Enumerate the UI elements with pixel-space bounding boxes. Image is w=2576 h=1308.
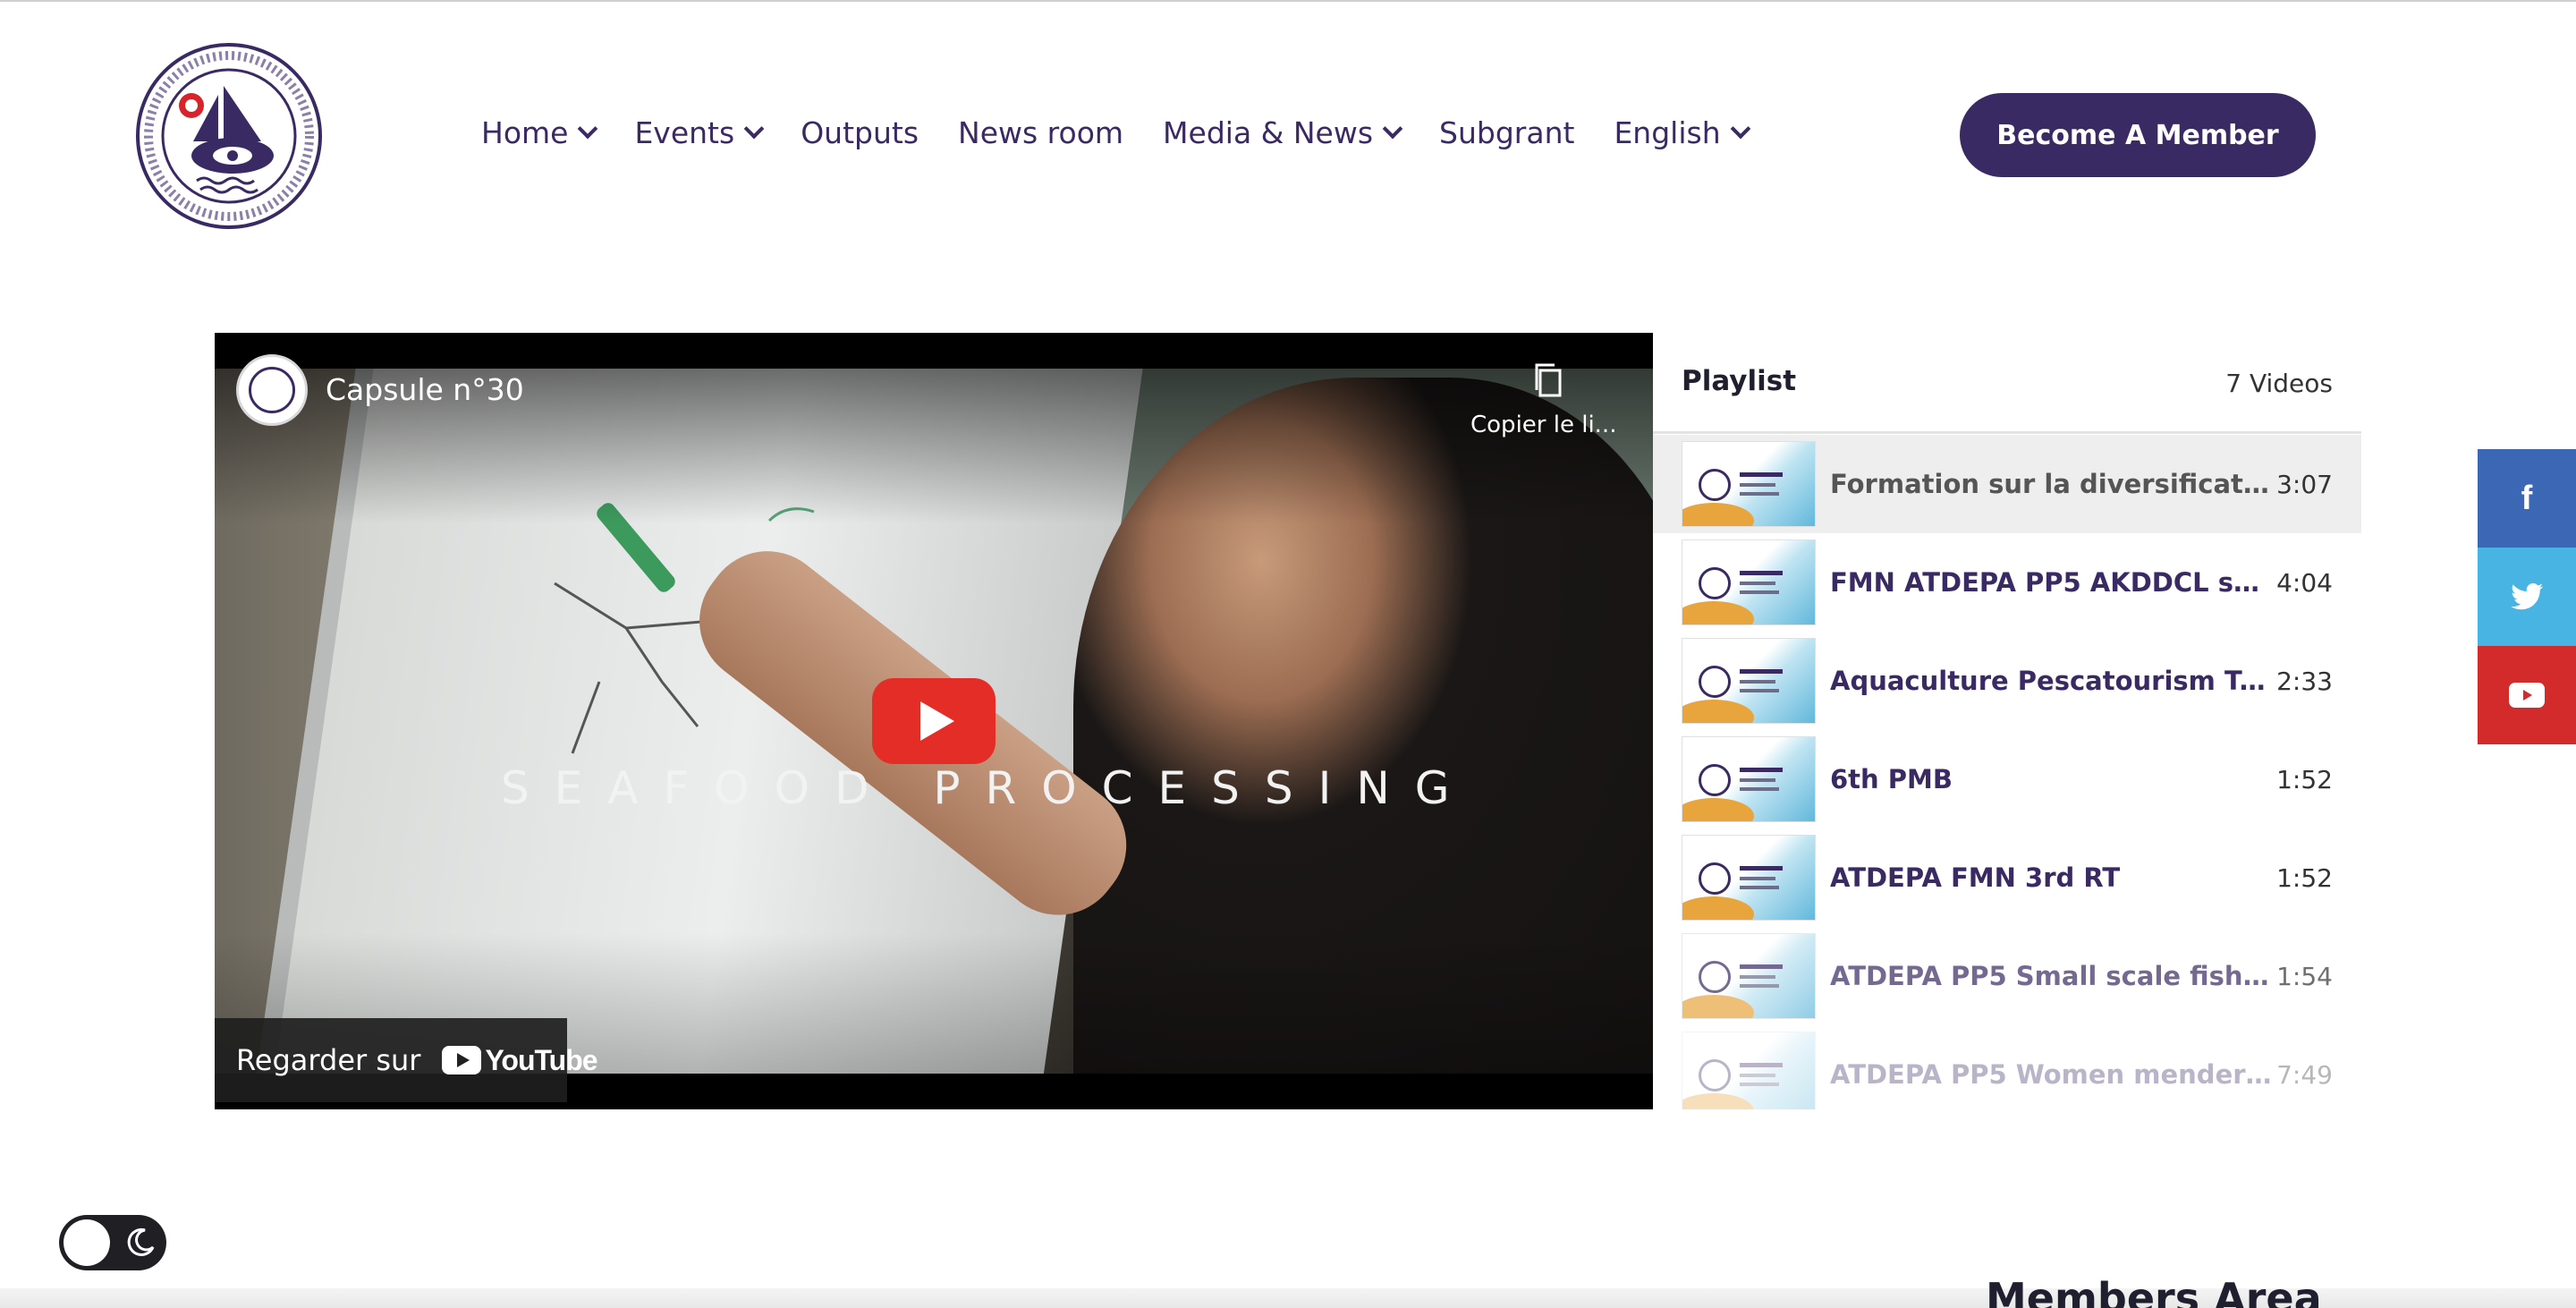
playlist-item[interactable]: Aquaculture Pescatourism Tunisia 2:33 — [1653, 632, 2361, 730]
channel-logo-icon — [249, 367, 295, 413]
playlist-item-duration: 2:33 — [2276, 666, 2333, 696]
nav-language-label: English — [1614, 115, 1721, 150]
playlist-item-title: ATDEPA PP5 Women mender's of ... — [1830, 1059, 2277, 1090]
nav-subgrant[interactable]: Subgrant — [1439, 115, 1574, 150]
playlist-item[interactable]: ATDEPA PP5 Women mender's of ... 7:49 — [1653, 1025, 2361, 1109]
playlist-panel: Playlist 7 Videos Formation sur la diver… — [1653, 333, 2361, 1109]
nav-home[interactable]: Home — [481, 115, 598, 150]
video-overlay-text: SEAFOOD PROCESSING — [501, 762, 1475, 814]
playlist-item[interactable]: ATDEPA PP5 Small scale fisheries ... 1:5… — [1653, 927, 2361, 1025]
play-button[interactable] — [872, 678, 996, 764]
nav-media-news-label: Media & News — [1163, 115, 1374, 150]
nav-language[interactable]: English — [1614, 115, 1750, 150]
video-title[interactable]: Capsule n°30 — [326, 372, 524, 407]
copy-link-icon[interactable] — [1528, 360, 1569, 401]
playlist-divider — [1653, 431, 2361, 434]
moon-icon — [127, 1227, 155, 1256]
playlist-item-duration: 7:49 — [2276, 1059, 2333, 1090]
nav-news-room-label: News room — [958, 115, 1124, 150]
playlist-item[interactable]: FMN ATDEPA PP5 AKDDCL subgra... 4:04 — [1653, 533, 2361, 632]
playlist-item-title: ATDEPA FMN 3rd RT — [1830, 862, 2121, 893]
chevron-down-icon — [578, 118, 598, 140]
video-thumbnail — [1682, 736, 1816, 822]
playlist-item-duration: 1:52 — [2276, 862, 2333, 893]
members-area-heading: Members Area — [1986, 1274, 2322, 1308]
playlist-item-duration: 3:07 — [2276, 469, 2333, 499]
twitter-share-button[interactable] — [2478, 548, 2576, 646]
playlist-item[interactable]: Formation sur la diversification des... … — [1653, 435, 2361, 533]
playlist-item-title: Aquaculture Pescatourism Tunisia — [1830, 666, 2277, 696]
twitter-icon — [2511, 583, 2543, 610]
top-border — [0, 0, 2576, 2]
association-logo-icon[interactable] — [134, 41, 324, 231]
playlist-item-duration: 1:52 — [2276, 764, 2333, 794]
video-thumbnail — [1682, 835, 1816, 921]
video-player[interactable]: SEAFOOD PROCESSING Capsule n°30 Copier l… — [215, 333, 1653, 1109]
chevron-down-icon — [1382, 118, 1403, 140]
youtube-channel-button[interactable] — [2478, 646, 2576, 744]
nav-events[interactable]: Events — [634, 115, 765, 150]
nav-outputs-label: Outputs — [801, 115, 919, 150]
youtube-icon — [2509, 683, 2545, 708]
playlist-item-title: Formation sur la diversification des... — [1830, 469, 2277, 499]
video-thumbnail — [1682, 1032, 1816, 1109]
video-thumbnail — [1682, 638, 1816, 724]
become-member-button[interactable]: Become A Member — [1960, 93, 2316, 177]
nav-news-room[interactable]: News room — [958, 115, 1123, 150]
nav-events-label: Events — [634, 115, 735, 150]
youtube-logo: YouTube — [442, 1043, 598, 1077]
playlist-item-title: ATDEPA PP5 Small scale fisheries ... — [1830, 961, 2277, 991]
channel-avatar[interactable] — [236, 354, 308, 426]
nav-media-news[interactable]: Media & News — [1163, 115, 1403, 150]
facebook-share-button[interactable]: f — [2478, 449, 2576, 548]
playlist-item-title: FMN ATDEPA PP5 AKDDCL subgra... — [1830, 567, 2277, 598]
chevron-down-icon — [743, 118, 765, 140]
playlist-item-title: 6th PMB — [1830, 764, 1953, 794]
watch-on-youtube-button[interactable]: Regarder sur YouTube — [215, 1018, 598, 1102]
playlist-title: Playlist — [1682, 365, 1797, 397]
youtube-wordmark: YouTube — [485, 1043, 597, 1076]
chevron-down-icon — [1730, 118, 1750, 140]
youtube-play-icon — [442, 1046, 482, 1074]
playlist-list: Formation sur la diversification des... … — [1653, 435, 2361, 1109]
playlist-item[interactable]: ATDEPA FMN 3rd RT 1:52 — [1653, 828, 2361, 927]
toggle-knob — [64, 1219, 110, 1266]
playlist-item-duration: 4:04 — [2276, 567, 2333, 598]
playlist-count: 7 Videos — [2225, 369, 2333, 398]
facebook-icon: f — [2521, 479, 2533, 517]
play-icon — [920, 701, 954, 741]
playlist-item-duration: 1:54 — [2276, 961, 2333, 991]
nav-home-label: Home — [481, 115, 569, 150]
nav-subgrant-label: Subgrant — [1439, 115, 1575, 150]
nav-outputs[interactable]: Outputs — [801, 115, 919, 150]
main-nav: Home Events Outputs News room Media & Ne… — [481, 107, 1787, 157]
video-thumbnail — [1682, 933, 1816, 1019]
playlist-item[interactable]: 6th PMB 1:52 — [1653, 730, 2361, 828]
video-thumbnail — [1682, 441, 1816, 527]
dark-mode-toggle[interactable] — [59, 1215, 166, 1270]
copy-link-label[interactable]: Copier le li... — [1470, 412, 1616, 438]
watch-on-label: Regarder sur — [236, 1043, 421, 1077]
video-thumbnail — [1682, 539, 1816, 625]
